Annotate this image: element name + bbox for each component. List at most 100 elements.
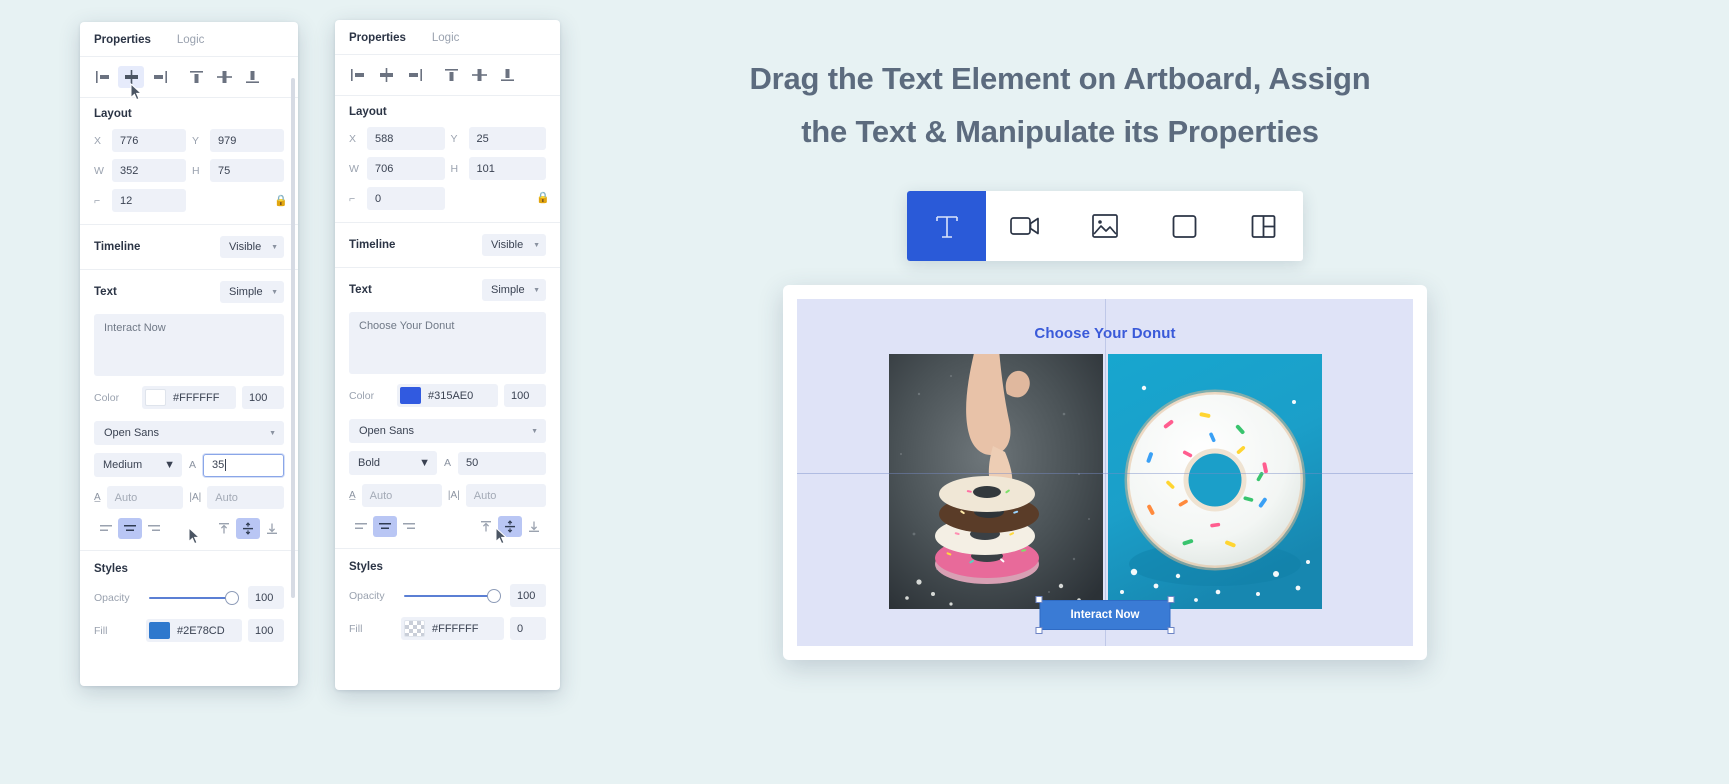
align-right-icon[interactable]: [401, 64, 427, 86]
image-tool-icon[interactable]: [1065, 191, 1144, 261]
y-label: Y: [192, 134, 200, 147]
fill-label: Fill: [94, 624, 108, 637]
font-family-select[interactable]: Open Sans ▼: [349, 419, 546, 443]
text-color-picker[interactable]: #FFFFFF: [142, 386, 236, 409]
text-alignment-row: [80, 509, 298, 550]
corner-radius-input[interactable]: 12: [112, 189, 186, 212]
lock-icon[interactable]: 🔒: [536, 191, 550, 204]
tab-properties[interactable]: Properties: [349, 32, 406, 44]
text-label: Text: [94, 286, 117, 298]
chevron-down-icon: ▼: [269, 429, 276, 437]
align-right-icon[interactable]: [146, 66, 172, 88]
letter-spacing-input[interactable]: Auto: [207, 486, 285, 509]
lock-icon[interactable]: 🔒: [274, 194, 288, 207]
align-left-icon[interactable]: [90, 66, 116, 88]
timeline-visibility-select[interactable]: Visible ▼: [220, 236, 284, 258]
timeline-visibility-value: Visible: [229, 241, 262, 253]
text-mode-select[interactable]: Simple ▼: [482, 279, 546, 301]
w-input[interactable]: 352: [112, 159, 186, 182]
font-weight-select[interactable]: Medium ▼: [94, 453, 182, 477]
resize-handle-top-left[interactable]: [1035, 596, 1043, 603]
vertical-align-middle-icon[interactable]: [236, 518, 260, 539]
vertical-align-top-icon[interactable]: [212, 518, 236, 539]
layout-tool-icon[interactable]: [1224, 191, 1303, 261]
opacity-slider-knob[interactable]: [487, 588, 501, 603]
line-height-input[interactable]: Auto: [361, 484, 442, 507]
align-center-vertical-icon[interactable]: [211, 66, 237, 88]
opacity-slider[interactable]: [149, 590, 239, 605]
align-center-horizontal-icon[interactable]: [118, 66, 144, 88]
text-align-right-icon[interactable]: [142, 518, 166, 539]
fill-label: Fill: [349, 622, 363, 635]
text-align-center-icon[interactable]: [373, 516, 397, 537]
corner-radius-icon: ⌐: [94, 194, 101, 207]
vertical-align-bottom-icon[interactable]: [522, 516, 546, 537]
y-input[interactable]: 25: [468, 127, 546, 150]
layout-title: Layout: [349, 106, 387, 118]
opacity-slider-knob[interactable]: [225, 590, 239, 605]
align-bottom-icon[interactable]: [494, 64, 520, 86]
fill-opacity-input[interactable]: 100: [248, 619, 284, 642]
align-center-vertical-icon[interactable]: [466, 64, 492, 86]
timeline-visibility-select[interactable]: Visible ▼: [482, 234, 546, 256]
w-input[interactable]: 706: [367, 157, 445, 180]
font-weight-select[interactable]: Bold ▼: [349, 451, 437, 475]
text-color-swatch: [400, 387, 421, 404]
text-align-right-icon[interactable]: [397, 516, 421, 537]
align-bottom-icon[interactable]: [239, 66, 265, 88]
align-top-icon[interactable]: [183, 66, 209, 88]
sprinkled-donut-photo[interactable]: [1107, 354, 1322, 609]
styles-title: Styles: [80, 550, 298, 579]
font-size-input[interactable]: 35: [203, 453, 284, 477]
tab-properties[interactable]: Properties: [94, 34, 151, 46]
fill-color-picker[interactable]: #2E78CD: [146, 619, 242, 642]
letter-spacing-input[interactable]: Auto: [465, 484, 547, 507]
align-center-horizontal-icon[interactable]: [373, 64, 399, 86]
vertical-align-bottom-icon[interactable]: [260, 518, 284, 539]
font-size-input[interactable]: 50: [458, 451, 546, 475]
text-align-left-icon[interactable]: [349, 516, 373, 537]
align-left-icon[interactable]: [345, 64, 371, 86]
text-tool-icon[interactable]: [907, 191, 987, 261]
text-color-picker[interactable]: #315AE0: [397, 384, 498, 407]
text-align-left-icon[interactable]: [94, 518, 118, 539]
x-input[interactable]: 776: [112, 129, 186, 152]
vertical-align-middle-icon[interactable]: [498, 516, 522, 537]
line-height-input[interactable]: Auto: [106, 486, 184, 509]
text-content-input[interactable]: Choose Your Donut: [349, 312, 546, 374]
opacity-row: Opacity 100: [80, 579, 298, 609]
font-family-select[interactable]: Open Sans ▼: [94, 421, 284, 445]
fill-color-picker[interactable]: #FFFFFF: [401, 617, 504, 640]
hand-picking-donuts-photo[interactable]: [888, 354, 1103, 609]
resize-handle-top-right[interactable]: [1167, 596, 1175, 603]
corner-radius-input[interactable]: 0: [367, 187, 445, 210]
y-input[interactable]: 979: [210, 129, 284, 152]
text-row: Text Simple ▼: [335, 267, 560, 312]
text-color-opacity-input[interactable]: 100: [242, 386, 284, 409]
tab-logic[interactable]: Logic: [432, 32, 460, 44]
text-color-opacity-input[interactable]: 100: [504, 384, 546, 407]
text-align-center-icon[interactable]: [118, 518, 142, 539]
video-tool-icon[interactable]: [986, 191, 1065, 261]
rectangle-tool-icon[interactable]: [1145, 191, 1224, 261]
opacity-value-input[interactable]: 100: [248, 586, 284, 609]
h-label: H: [192, 164, 200, 177]
resize-handle-bottom-left[interactable]: [1035, 627, 1043, 634]
font-weight-row: Medium ▼ A 35: [80, 445, 298, 477]
text-mode-select[interactable]: Simple ▼: [220, 281, 284, 303]
interact-now-button[interactable]: Interact Now: [1039, 600, 1171, 630]
h-input[interactable]: 75: [210, 159, 284, 182]
resize-handle-bottom-right[interactable]: [1167, 627, 1175, 634]
align-top-icon[interactable]: [438, 64, 464, 86]
fill-opacity-input[interactable]: 0: [510, 617, 546, 640]
vertical-align-top-icon[interactable]: [474, 516, 498, 537]
h-input[interactable]: 101: [468, 157, 546, 180]
x-input[interactable]: 588: [367, 127, 445, 150]
opacity-slider[interactable]: [404, 588, 501, 603]
artboard-canvas[interactable]: Choose Your Donut Interact Now: [797, 299, 1413, 646]
panel-scrollbar[interactable]: [291, 78, 295, 598]
page-headline: Drag the Text Element on Artboard, Assig…: [625, 52, 1495, 159]
tab-logic[interactable]: Logic: [177, 34, 205, 46]
text-content-input[interactable]: Interact Now: [94, 314, 284, 376]
opacity-value-input[interactable]: 100: [510, 584, 546, 607]
